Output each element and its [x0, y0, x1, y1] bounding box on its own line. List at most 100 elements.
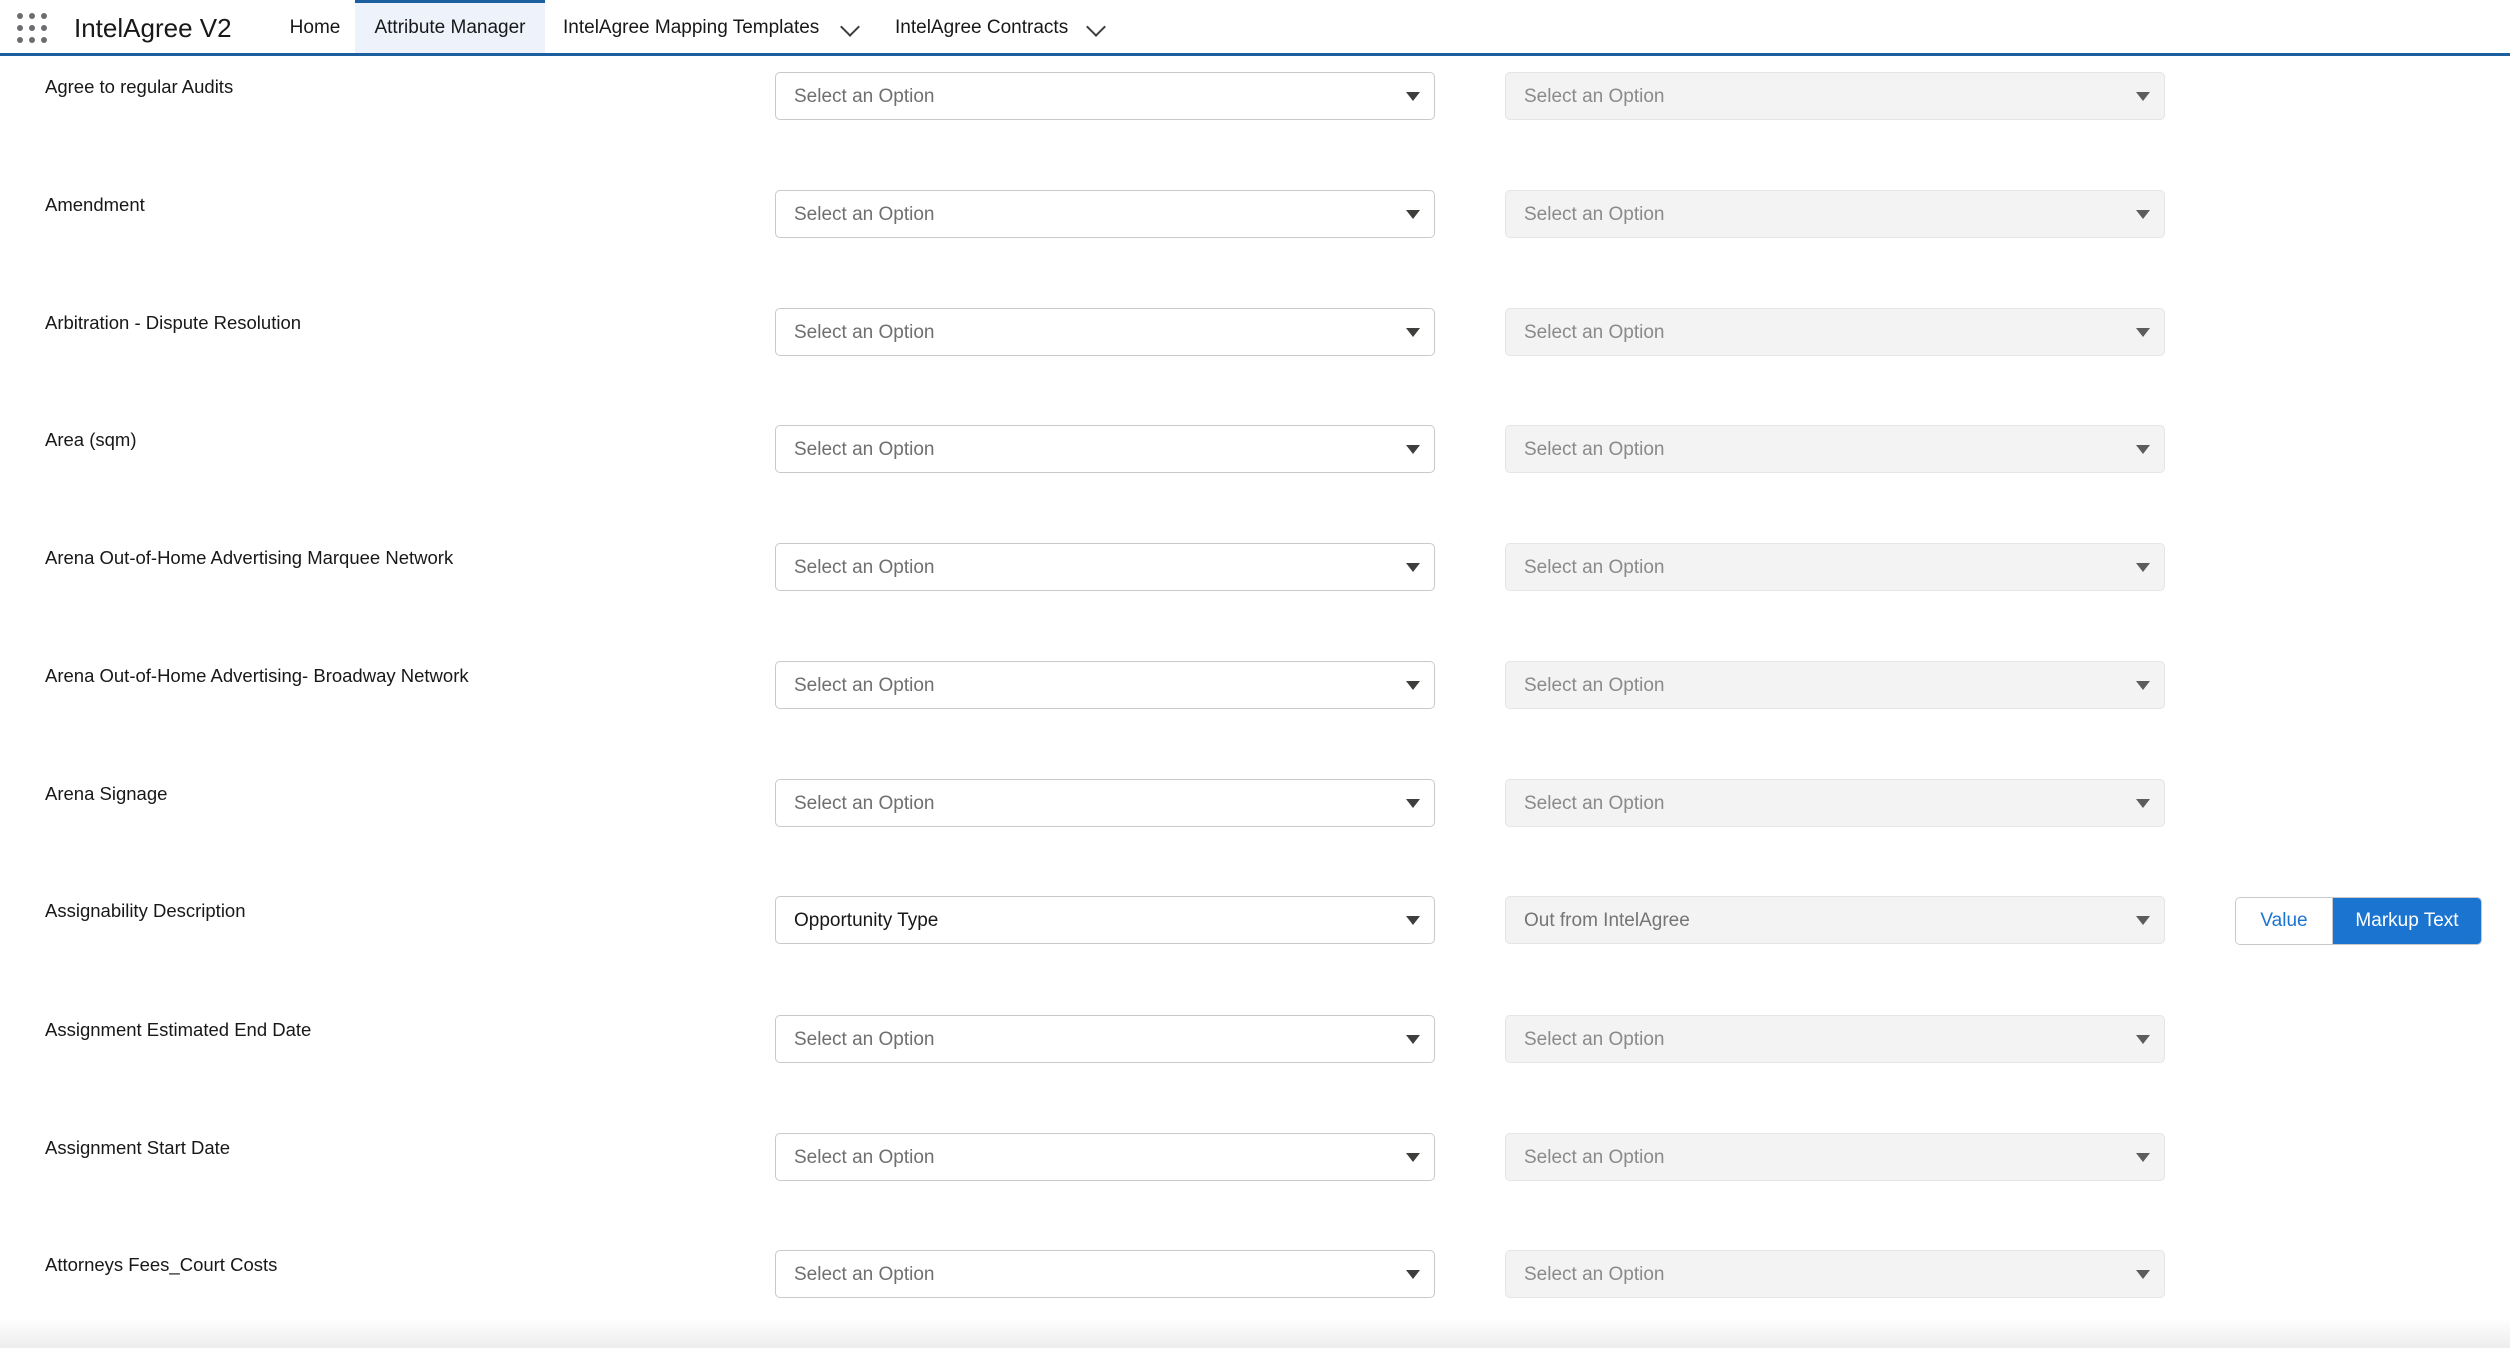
- caret-down-icon: [2136, 563, 2150, 572]
- select-value: Select an Option: [1524, 322, 1665, 343]
- attribute-label: Assignment Estimated End Date: [45, 1019, 312, 1040]
- attribute-row: Arena Signage Select an Option Select an…: [0, 763, 2510, 881]
- target-field-select[interactable]: Select an Option: [1505, 661, 2165, 709]
- attribute-label: Assignment Start Date: [45, 1137, 231, 1158]
- select-value: Select an Option: [1524, 557, 1665, 578]
- caret-down-icon: [2136, 681, 2150, 690]
- caret-down-icon: [1406, 1153, 1420, 1162]
- select-value: Select an Option: [1524, 439, 1665, 460]
- value-button[interactable]: Value: [2236, 898, 2333, 944]
- chevron-down-icon[interactable]: [840, 17, 860, 37]
- caret-down-icon: [2136, 916, 2150, 925]
- attribute-label: Arena Signage: [45, 783, 168, 804]
- nav-tab-attribute-manager[interactable]: Attribute Manager: [355, 0, 545, 53]
- attribute-row: Assignment Estimated End Date Select an …: [0, 999, 2510, 1117]
- target-field-select[interactable]: Select an Option: [1505, 308, 2165, 356]
- caret-down-icon: [1406, 445, 1420, 454]
- target-field-select[interactable]: Select an Option: [1505, 190, 2165, 238]
- attribute-label: Arena Out-of-Home Advertising- Broadway …: [45, 665, 469, 686]
- caret-down-icon: [2136, 1035, 2150, 1044]
- source-field-select[interactable]: Select an Option: [775, 1250, 1435, 1298]
- app-name: IntelAgree V2: [74, 13, 232, 43]
- attribute-row: Assignment Start Date Select an Option S…: [0, 1117, 2510, 1235]
- caret-down-icon: [2136, 799, 2150, 808]
- caret-down-icon: [1406, 92, 1420, 101]
- target-field-select[interactable]: Select an Option: [1505, 543, 2165, 591]
- select-value: Select an Option: [1524, 204, 1665, 225]
- source-field-select[interactable]: Select an Option: [775, 190, 1435, 238]
- select-value: Select an Option: [794, 557, 935, 578]
- select-value: Select an Option: [794, 322, 935, 343]
- nav-tab-mapping-templates[interactable]: IntelAgree Mapping Templates: [563, 0, 819, 53]
- app-launcher-icon[interactable]: [17, 13, 47, 43]
- value-markup-toggle: Value Markup Text: [2235, 897, 2482, 945]
- source-field-select[interactable]: Select an Option: [775, 543, 1435, 591]
- source-field-select[interactable]: Select an Option: [775, 425, 1435, 473]
- source-field-select[interactable]: Select an Option: [775, 1133, 1435, 1181]
- source-field-select[interactable]: Select an Option: [775, 308, 1435, 356]
- attribute-row: Arena Out-of-Home Advertising- Broadway …: [0, 645, 2510, 763]
- source-field-select[interactable]: Opportunity Type: [775, 896, 1435, 944]
- attribute-row: Area (sqm) Select an Option Select an Op…: [0, 409, 2510, 527]
- caret-down-icon: [1406, 210, 1420, 219]
- attribute-row: Arbitration - Dispute Resolution Select …: [0, 292, 2510, 410]
- caret-down-icon: [2136, 92, 2150, 101]
- select-value: Select an Option: [794, 1147, 935, 1168]
- attribute-label: Arena Out-of-Home Advertising Marquee Ne…: [45, 547, 454, 568]
- caret-down-icon: [2136, 445, 2150, 454]
- caret-down-icon: [2136, 328, 2150, 337]
- attribute-row: Amendment Select an Option Select an Opt…: [0, 174, 2510, 292]
- caret-down-icon: [2136, 1270, 2150, 1279]
- attribute-row: Arena Out-of-Home Advertising Marquee Ne…: [0, 527, 2510, 645]
- target-field-select[interactable]: Select an Option: [1505, 425, 2165, 473]
- target-field-select[interactable]: Select an Option: [1505, 72, 2165, 120]
- target-field-select[interactable]: Select an Option: [1505, 1250, 2165, 1298]
- select-value: Select an Option: [794, 86, 935, 107]
- select-value: Select an Option: [794, 1029, 935, 1050]
- top-navigation-bar: IntelAgree V2 Home Attribute Manager Int…: [0, 0, 2510, 56]
- attribute-label: Area (sqm): [45, 429, 137, 450]
- caret-down-icon: [1406, 681, 1420, 690]
- nav-tab-contracts[interactable]: IntelAgree Contracts: [895, 0, 1068, 53]
- chevron-down-icon[interactable]: [1086, 17, 1106, 37]
- attribute-row: Assignability Description Opportunity Ty…: [0, 880, 2510, 998]
- source-field-select[interactable]: Select an Option: [775, 661, 1435, 709]
- select-value: Select an Option: [794, 675, 935, 696]
- attribute-label: Assignability Description: [45, 900, 246, 921]
- caret-down-icon: [1406, 1270, 1420, 1279]
- attribute-label: Agree to regular Audits: [45, 76, 234, 97]
- target-field-select[interactable]: Select an Option: [1505, 1133, 2165, 1181]
- select-value: Out from IntelAgree: [1524, 910, 1690, 931]
- caret-down-icon: [1406, 799, 1420, 808]
- select-value: Select an Option: [1524, 675, 1665, 696]
- caret-down-icon: [1406, 563, 1420, 572]
- source-field-select[interactable]: Select an Option: [775, 72, 1435, 120]
- footer-shadow: [0, 1318, 2510, 1348]
- attribute-label: Attorneys Fees_Court Costs: [45, 1254, 278, 1275]
- select-value: Select an Option: [1524, 1264, 1665, 1285]
- caret-down-icon: [1406, 1035, 1420, 1044]
- select-value: Select an Option: [794, 204, 935, 225]
- caret-down-icon: [1406, 328, 1420, 337]
- caret-down-icon: [2136, 210, 2150, 219]
- select-value: Select an Option: [1524, 86, 1665, 107]
- attribute-row: Agree to regular Audits Select an Option…: [0, 56, 2510, 174]
- target-field-select[interactable]: Select an Option: [1505, 779, 2165, 827]
- caret-down-icon: [2136, 1153, 2150, 1162]
- source-field-select[interactable]: Select an Option: [775, 779, 1435, 827]
- source-field-select[interactable]: Select an Option: [775, 1015, 1435, 1063]
- target-field-select[interactable]: Out from IntelAgree: [1505, 896, 2165, 944]
- target-field-select[interactable]: Select an Option: [1505, 1015, 2165, 1063]
- attribute-label: Amendment: [45, 194, 145, 215]
- caret-down-icon: [1406, 916, 1420, 925]
- select-value: Select an Option: [1524, 1147, 1665, 1168]
- attribute-label: Arbitration - Dispute Resolution: [45, 312, 302, 333]
- select-value: Select an Option: [1524, 793, 1665, 814]
- select-value: Opportunity Type: [794, 910, 939, 931]
- select-value: Select an Option: [794, 1264, 935, 1285]
- select-value: Select an Option: [1524, 1029, 1665, 1050]
- select-value: Select an Option: [794, 439, 935, 460]
- select-value: Select an Option: [794, 793, 935, 814]
- nav-tab-home[interactable]: Home: [270, 0, 360, 53]
- markup-text-button[interactable]: Markup Text: [2333, 898, 2481, 944]
